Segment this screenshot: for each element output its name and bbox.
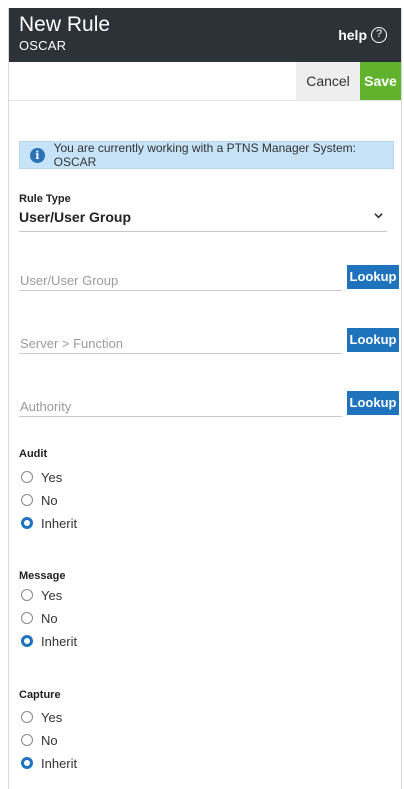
cancel-button[interactable]: Cancel [296, 62, 360, 100]
message-option-no[interactable]: No [21, 609, 58, 627]
radio-button[interactable] [21, 734, 33, 746]
rule-panel: New Rule OSCAR help ? Cancel Save i You … [8, 8, 402, 789]
server-function-field[interactable]: Server > Function [19, 333, 342, 354]
user-group-field[interactable]: User/User Group [19, 270, 342, 291]
user-group-placeholder: User/User Group [20, 273, 119, 288]
audit-label: Audit [19, 448, 48, 460]
radio-button[interactable] [21, 711, 33, 723]
capture-option-inherit[interactable]: Inherit [21, 754, 77, 772]
audit-option-no[interactable]: No [21, 491, 58, 509]
radio-button-selected[interactable] [21, 517, 33, 529]
info-icon: i [30, 147, 45, 163]
audit-option-inherit[interactable]: Inherit [21, 514, 77, 532]
question-circle-icon: ? [371, 27, 387, 43]
user-group-lookup-button[interactable]: Lookup [347, 265, 399, 289]
radio-label: Inherit [41, 633, 78, 649]
server-function-placeholder: Server > Function [20, 336, 123, 351]
authority-field[interactable]: Authority [19, 396, 342, 417]
action-toolbar: Cancel Save [9, 62, 401, 101]
radio-button[interactable] [21, 612, 33, 624]
radio-button[interactable] [21, 589, 33, 601]
radio-label: No [41, 732, 58, 748]
message-option-yes[interactable]: Yes [21, 586, 62, 604]
help-link[interactable]: help ? [338, 27, 387, 43]
info-banner: i You are currently working with a PTNS … [19, 141, 394, 169]
radio-button[interactable] [21, 471, 33, 483]
authority-placeholder: Authority [20, 399, 72, 414]
radio-label: Yes [41, 709, 63, 725]
radio-label: Yes [41, 587, 63, 603]
system-name: OSCAR [19, 38, 67, 53]
authority-lookup-button[interactable]: Lookup [347, 391, 399, 415]
server-function-lookup-button[interactable]: Lookup [347, 328, 399, 352]
chevron-down-icon [374, 213, 383, 219]
radio-label: No [41, 610, 58, 626]
radio-label: Yes [41, 469, 63, 485]
help-label: help [338, 27, 367, 43]
message-label: Message [19, 570, 66, 582]
radio-button[interactable] [21, 494, 33, 506]
page-title: New Rule [19, 13, 111, 36]
message-option-inherit[interactable]: Inherit [21, 632, 77, 650]
capture-label: Capture [19, 689, 61, 701]
panel-header: New Rule OSCAR help ? [9, 8, 401, 62]
radio-button-selected[interactable] [21, 635, 33, 647]
capture-option-no[interactable]: No [21, 731, 58, 749]
radio-label: Inherit [41, 515, 78, 531]
radio-button-selected[interactable] [21, 757, 33, 769]
capture-option-yes[interactable]: Yes [21, 708, 62, 726]
audit-option-yes[interactable]: Yes [21, 468, 62, 486]
radio-label: Inherit [41, 755, 78, 771]
rule-type-select[interactable]: User/User Group [19, 209, 387, 232]
radio-label: No [41, 492, 58, 508]
info-message: You are currently working with a PTNS Ma… [53, 141, 356, 169]
save-button[interactable]: Save [360, 62, 401, 100]
rule-type-value: User/User Group [19, 209, 132, 225]
rule-type-label: Rule Type [19, 193, 71, 205]
